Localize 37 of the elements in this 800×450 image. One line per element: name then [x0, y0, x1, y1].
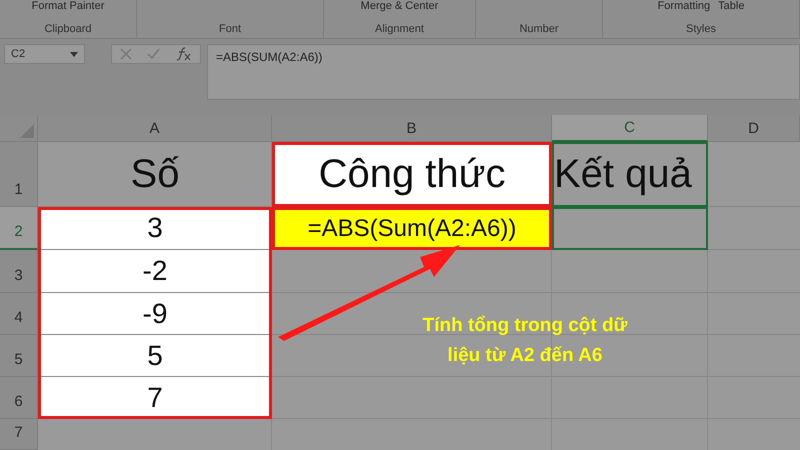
table-cell[interactable]: 7 [38, 377, 272, 419]
column-header[interactable]: A [38, 115, 272, 142]
table-cell[interactable]: Công thức [272, 142, 552, 207]
ribbon-command[interactable]: Table [718, 0, 744, 12]
ribbon-group-label: Font [218, 23, 242, 37]
row-header[interactable]: 1 [0, 142, 38, 207]
ribbon-command[interactable]: Formatting [658, 0, 710, 12]
column-header[interactable]: C [552, 115, 708, 142]
annotation-text: Tính tổng trong cột dữ liệu từ A2 đến A6 [422, 314, 628, 368]
row-header[interactable]: 7 [0, 419, 38, 450]
table-cell[interactable]: -9 [38, 293, 272, 335]
ribbon-group-label: Styles [685, 23, 717, 37]
table-cell[interactable]: Kết quả [552, 142, 708, 207]
ribbon-group-label: Clipboard [43, 23, 93, 37]
table-cell[interactable]: 3 [38, 207, 272, 250]
function-icon[interactable] [176, 47, 192, 61]
table-cell[interactable]: Số [38, 142, 272, 207]
table-cell[interactable]: =ABS(Sum(A2:A6)) [272, 207, 552, 250]
check-icon[interactable] [147, 48, 160, 60]
ribbon-command[interactable]: Format Painter [32, 0, 104, 12]
name-box[interactable]: C2 [4, 44, 85, 64]
row-header[interactable]: 3 [0, 250, 38, 293]
row-header[interactable]: 5 [0, 335, 38, 377]
table-cell[interactable] [552, 207, 708, 250]
table-cell[interactable]: -2 [38, 250, 272, 293]
cancel-icon[interactable] [120, 48, 132, 60]
row-header[interactable]: 4 [0, 293, 38, 335]
column-header[interactable]: B [272, 115, 552, 142]
row-header[interactable]: 6 [0, 377, 38, 419]
table-cell[interactable]: 5 [38, 335, 272, 377]
ribbon-command[interactable]: Merge & Center [360, 0, 438, 12]
caret-icon [70, 52, 78, 56]
ribbon-group-label: Alignment [374, 23, 425, 37]
formula-field[interactable]: =ABS(SUM(A2:A6)) [207, 44, 800, 100]
row-header[interactable]: 2 [0, 207, 38, 250]
column-header[interactable]: D [708, 115, 800, 142]
ribbon-group-label: Number [518, 23, 560, 37]
